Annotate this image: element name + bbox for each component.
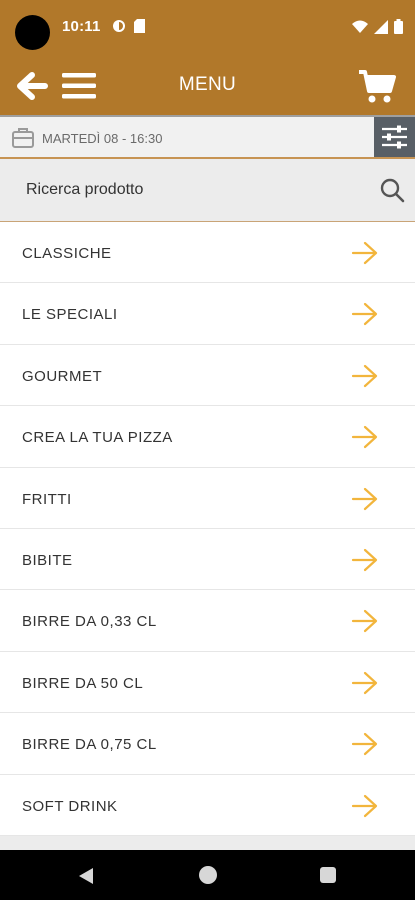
category-label: BIRRE DA 0,33 CL (22, 613, 157, 631)
category-label: CLASSICHE (22, 245, 112, 262)
list-item[interactable]: LE SPECIALI (0, 283, 415, 345)
app-header: MENU (0, 56, 415, 115)
page-title: MENU (178, 74, 237, 95)
arrow-right-icon (351, 364, 378, 387)
nav-home-icon[interactable] (199, 866, 217, 884)
search-input[interactable]: Ricerca prodotto (26, 181, 143, 199)
list-item[interactable]: BIRRE DA 0,33 CL (0, 590, 415, 652)
system-navigation-bar (0, 850, 415, 900)
category-label: FRITTI (22, 490, 72, 508)
list-item[interactable]: SOFT DRINK (0, 774, 415, 836)
app-screen: 10:11 MENU MARTEDÌ 08 - 16:30 Ricerca pr… (0, 0, 415, 900)
status-time: 10:11 (62, 18, 101, 35)
list-item[interactable]: BIRRE DA 0,75 CL (0, 713, 415, 775)
list-item[interactable]: BIBITE (0, 528, 415, 591)
category-list: CLASSICHE LE SPECIALI GOURMET CREA LA TU… (0, 222, 415, 836)
vpn-icon (113, 20, 125, 32)
list-item[interactable]: FRITTI (0, 467, 415, 529)
arrow-right-icon (351, 671, 378, 694)
status-system (352, 19, 403, 34)
signal-icon (374, 19, 388, 34)
sim-card-icon (134, 19, 145, 33)
arrow-right-icon (351, 426, 378, 449)
search-icon[interactable] (379, 177, 405, 203)
nav-recents-icon[interactable] (320, 867, 336, 883)
wifi-icon (352, 20, 368, 33)
arrow-right-icon (351, 794, 378, 817)
camera-cutout (15, 15, 50, 50)
arrow-right-icon (351, 610, 378, 633)
arrow-right-icon (351, 733, 378, 756)
category-label: LE SPECIALI (22, 306, 118, 324)
category-label: BIRRE DA 0,75 CL (22, 736, 157, 754)
cart-icon (359, 70, 396, 103)
arrow-right-icon (351, 548, 378, 572)
category-label: BIRRE DA 50 CL (22, 674, 144, 692)
pickup-date-bar[interactable]: MARTEDÌ 08 - 16:30 (0, 115, 415, 159)
status-bar: 10:11 (0, 0, 415, 56)
nav-back-icon[interactable] (78, 867, 94, 885)
filter-button[interactable] (374, 117, 415, 157)
list-item[interactable]: BIRRE DA 50 CL (0, 651, 415, 714)
status-notifications (112, 19, 145, 33)
search-bar[interactable]: Ricerca prodotto (0, 159, 415, 222)
list-item[interactable]: CLASSICHE (0, 222, 415, 284)
arrow-right-icon (351, 303, 378, 326)
battery-icon (394, 19, 403, 34)
category-label: CREA LA TUA PIZZA (22, 429, 173, 447)
category-label: GOURMET (22, 367, 103, 385)
arrow-right-icon (351, 241, 378, 265)
list-item[interactable]: CREA LA TUA PIZZA (0, 406, 415, 468)
sliders-icon (382, 125, 407, 149)
list-item[interactable]: GOURMET (0, 344, 415, 407)
cart-button[interactable] (357, 67, 397, 105)
pickup-date-label: MARTEDÌ 08 - 16:30 (42, 131, 163, 146)
category-label: BIBITE (22, 551, 73, 569)
arrow-right-icon (351, 487, 378, 510)
shopping-bag-icon (12, 128, 34, 148)
category-label: SOFT DRINK (22, 797, 118, 815)
